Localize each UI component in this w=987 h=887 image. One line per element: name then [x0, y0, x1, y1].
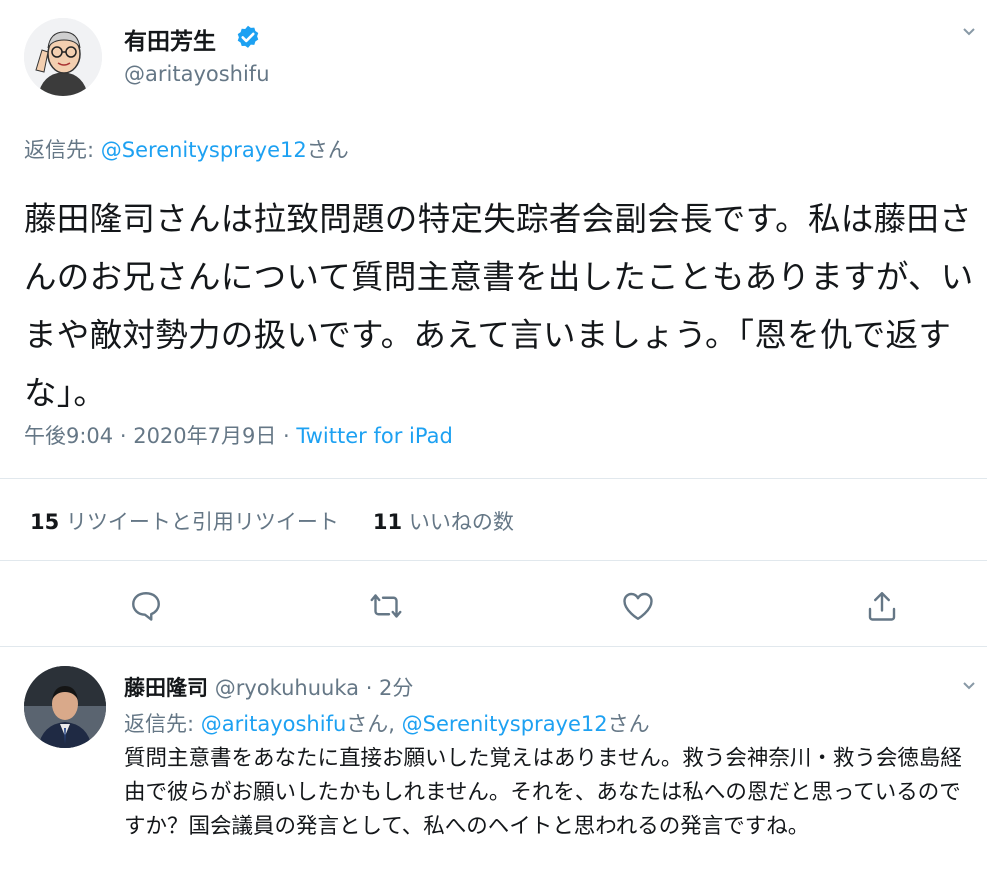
retweet-icon[interactable]: [368, 588, 404, 624]
reply-author-name[interactable]: 藤田隆司: [124, 676, 208, 700]
reply-header: 藤田隆司 @ryokuhuuka · 2分: [124, 672, 413, 702]
author-name[interactable]: 有田芳生: [124, 22, 216, 56]
divider: [0, 646, 987, 647]
divider: [0, 478, 987, 479]
reply-to-prefix: 返信先:: [24, 138, 101, 162]
retweet-label: リツイートと引用リツイート: [65, 510, 339, 534]
author-handle[interactable]: @aritayoshifu: [124, 62, 270, 86]
reply-to-suffix: さん: [607, 712, 650, 736]
reply-to-prefix: 返信先:: [124, 712, 201, 736]
reply-text: 質問主意書をあなたに直接お願いした覚えはありません。救う会神奈川・救う会徳島経由…: [124, 746, 962, 839]
reply-time[interactable]: 2分: [379, 676, 413, 700]
reply-to-link-2[interactable]: @Serenityspraye12: [402, 712, 608, 736]
reply-to-suffix: さん: [306, 138, 349, 162]
author-avatar[interactable]: [24, 18, 102, 96]
reply-to-link[interactable]: @Serenityspraye12: [101, 138, 307, 162]
reply-author-avatar[interactable]: [24, 666, 106, 748]
verified-icon: [234, 24, 262, 52]
reply-icon[interactable]: [128, 588, 164, 624]
tweet-time[interactable]: 午後9:04: [24, 424, 113, 448]
reply-to-link-1[interactable]: @aritayoshifu: [201, 712, 347, 736]
like-stat[interactable]: 11 いいねの数: [373, 506, 514, 536]
retweet-count: 15: [30, 510, 60, 534]
like-label: いいねの数: [408, 510, 514, 534]
retweet-stat[interactable]: 15 リツイートと引用リツイート: [30, 506, 339, 536]
tweet-meta: 午後9:04 · 2020年7月9日 · Twitter for iPad: [24, 420, 453, 450]
tweet-stats: 15 リツイートと引用リツイート 11 いいねの数: [30, 506, 548, 536]
like-icon[interactable]: [620, 588, 656, 624]
meta-separator: ·: [359, 676, 380, 700]
reply-to-mid: さん,: [346, 712, 402, 736]
chevron-down-icon[interactable]: [962, 22, 976, 36]
divider: [0, 560, 987, 561]
share-icon[interactable]: [864, 588, 900, 624]
meta-separator: ·: [276, 424, 297, 448]
tweet-date[interactable]: 2020年7月9日: [133, 424, 276, 448]
chevron-down-icon[interactable]: [962, 676, 976, 690]
tweet-source[interactable]: Twitter for iPad: [296, 424, 452, 448]
reply-to-line: 返信先: @Serenityspraye12さん: [24, 134, 349, 164]
like-count: 11: [372, 510, 403, 534]
meta-separator: ·: [113, 424, 134, 448]
reply-reply-to-line: 返信先: @aritayoshifuさん, @Serenityspraye12さ…: [124, 708, 650, 738]
reply-author-handle[interactable]: @ryokuhuuka: [215, 676, 359, 700]
tweet-text: 藤田隆司さんは拉致問題の特定失踪者会副会長です。私は藤田さんのお兄さんについて質…: [24, 200, 974, 412]
